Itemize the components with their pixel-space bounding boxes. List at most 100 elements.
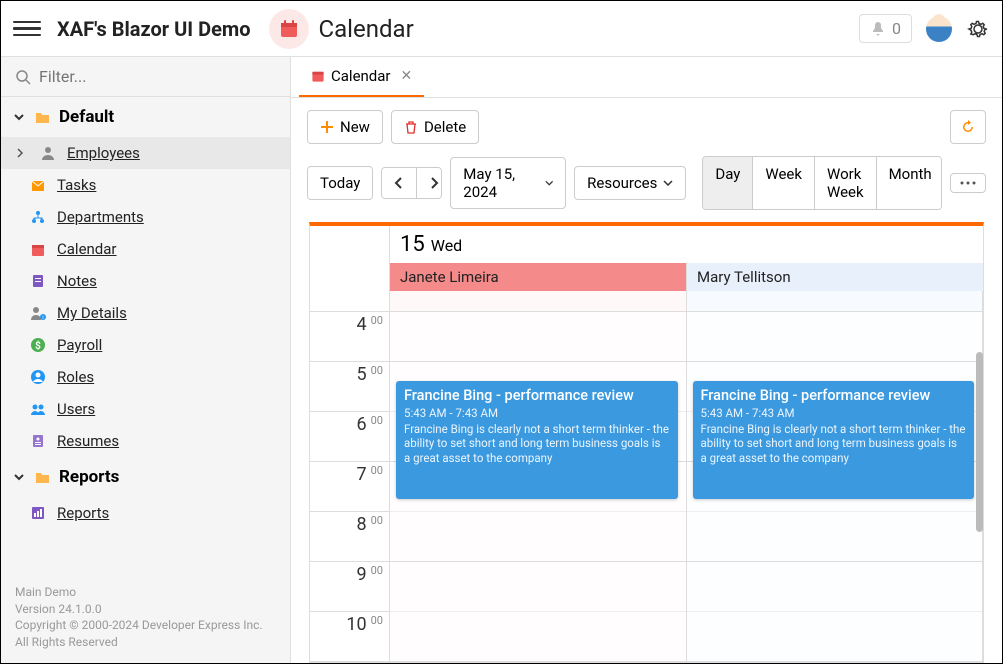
event-title: Francine Bing - performance review <box>404 387 670 404</box>
tab-label: Calendar <box>331 67 391 85</box>
calendar-event[interactable]: Francine Bing - performance review5:43 A… <box>693 381 975 499</box>
day-header: 15 Wed <box>390 226 983 263</box>
time-label: 700 <box>310 462 389 512</box>
chart-icon <box>29 504 47 522</box>
next-button[interactable] <box>417 168 442 198</box>
day-column[interactable]: Francine Bing - performance review 5:43 A… <box>390 312 687 662</box>
notifications-button[interactable]: 0 <box>859 14 912 43</box>
resume-icon <box>29 432 47 450</box>
money-icon: $ <box>29 336 47 354</box>
nav-item-label: Reports <box>57 504 109 522</box>
refresh-button[interactable] <box>950 110 986 144</box>
svg-text:$: $ <box>35 339 41 352</box>
chevron-down-icon <box>663 180 673 186</box>
nav-group-header[interactable]: Default <box>1 97 290 137</box>
date-picker[interactable]: May 15, 2024 <box>450 157 566 209</box>
trash-icon <box>404 120 418 134</box>
delete-button[interactable]: Delete <box>391 110 479 144</box>
tab-calendar[interactable]: Calendar ✕ <box>299 57 424 97</box>
nav-item-label: Roles <box>57 368 94 386</box>
time-label: 900 <box>310 562 389 612</box>
event-time: 5:43 AM - 7:43 AM <box>404 406 670 420</box>
chevron-left-icon <box>394 176 404 190</box>
tab-close-button[interactable]: ✕ <box>401 68 413 84</box>
filter-box <box>1 57 290 97</box>
footer: Main Demo Version 24.1.0.0 Copyright © 2… <box>1 572 290 663</box>
nav-item-tasks[interactable]: Tasks <box>1 169 290 201</box>
time-label: 500 <box>310 362 389 412</box>
notif-count: 0 <box>892 19 901 38</box>
folder-icon <box>33 468 51 486</box>
calendar-icon <box>269 9 309 49</box>
note-icon <box>29 272 47 290</box>
nav-item-notes[interactable]: Notes <box>1 265 290 297</box>
user-avatar[interactable] <box>926 16 952 42</box>
nav-item-calendar[interactable]: Calendar <box>1 233 290 265</box>
view-work-week[interactable]: Work Week <box>815 157 877 209</box>
nav-item-label: Departments <box>57 208 144 226</box>
more-button[interactable] <box>950 173 986 193</box>
nav-item-label: Notes <box>57 272 97 290</box>
resource-header: Janete Limeira <box>390 263 687 291</box>
nav-arrows <box>381 167 442 199</box>
nav-item-mydetails[interactable]: iMy Details <box>1 297 290 329</box>
user-circle-icon <box>29 368 47 386</box>
nav-item-departments[interactable]: Departments <box>1 201 290 233</box>
time-label: 400 <box>310 312 389 362</box>
resource-header: Mary Tellitson <box>687 263 983 291</box>
resources-dropdown[interactable]: Resources <box>574 166 686 200</box>
nav-item-label: Users <box>57 400 95 418</box>
today-button[interactable]: Today <box>307 166 373 200</box>
calendar-icon <box>311 69 325 83</box>
sidebar: Default Employees Tasks Departments Calendar… <box>1 57 291 663</box>
time-label: 800 <box>310 512 389 562</box>
bell-icon <box>870 21 886 37</box>
nav-group-header[interactable]: Reports <box>1 457 290 497</box>
page-title: Calendar <box>319 15 414 43</box>
nav-item-label: Employees <box>67 144 140 162</box>
nav-item-label: Payroll <box>57 336 102 354</box>
nav-item-employees[interactable]: Employees <box>1 137 290 169</box>
event-description: Francine Bing is clearly not a short ter… <box>701 422 967 465</box>
filter-input[interactable] <box>39 67 276 86</box>
chevron-down-icon <box>545 180 553 186</box>
calendar-event[interactable]: Francine Bing - performance review 5:43 A… <box>396 381 678 499</box>
tab-bar: Calendar ✕ <box>291 57 1002 98</box>
plus-icon <box>320 120 334 134</box>
nav-group-label: Default <box>59 107 114 127</box>
view-day[interactable]: Day <box>703 157 753 209</box>
nav-item-payroll[interactable]: $ Payroll <box>1 329 290 361</box>
nav-group-label: Reports <box>59 467 119 487</box>
nav-item-users[interactable]: Users <box>1 393 290 425</box>
prev-button[interactable] <box>382 168 417 198</box>
time-label: 1000 <box>310 612 389 662</box>
nav-item-roles[interactable]: Roles <box>1 361 290 393</box>
inbox-icon <box>29 176 47 194</box>
nav-item-label: Calendar <box>57 240 117 258</box>
hamburger-menu[interactable] <box>13 15 41 43</box>
nav-item-resumes[interactable]: Resumes <box>1 425 290 457</box>
time-label: 600 <box>310 412 389 462</box>
person-info-icon: i <box>29 304 47 322</box>
org-icon <box>29 208 47 226</box>
person-icon <box>39 144 57 162</box>
folder-icon <box>33 108 51 126</box>
new-button[interactable]: New <box>307 110 383 144</box>
app-title: XAF's Blazor UI Demo <box>57 17 251 41</box>
chevron-down-icon <box>13 471 25 483</box>
nav-item-label: Tasks <box>57 176 96 194</box>
calendar-grid: 15 Wed Janete LimeiraMary Tellitson 4005… <box>309 222 984 663</box>
gear-icon <box>966 17 990 41</box>
view-month[interactable]: Month <box>877 157 942 209</box>
event-title: Francine Bing - performance review <box>701 387 967 404</box>
view-week[interactable]: Week <box>753 157 815 209</box>
ellipsis-icon <box>960 181 976 185</box>
nav-item-label: Resumes <box>57 432 119 450</box>
scrollbar[interactable] <box>976 352 983 532</box>
day-column[interactable]: Francine Bing - performance review5:43 A… <box>687 312 984 662</box>
users-icon <box>29 400 47 418</box>
nav-item-reports[interactable]: Reports <box>1 497 290 529</box>
calendar-icon <box>29 240 47 258</box>
search-icon <box>15 69 31 85</box>
settings-button[interactable] <box>966 17 990 41</box>
